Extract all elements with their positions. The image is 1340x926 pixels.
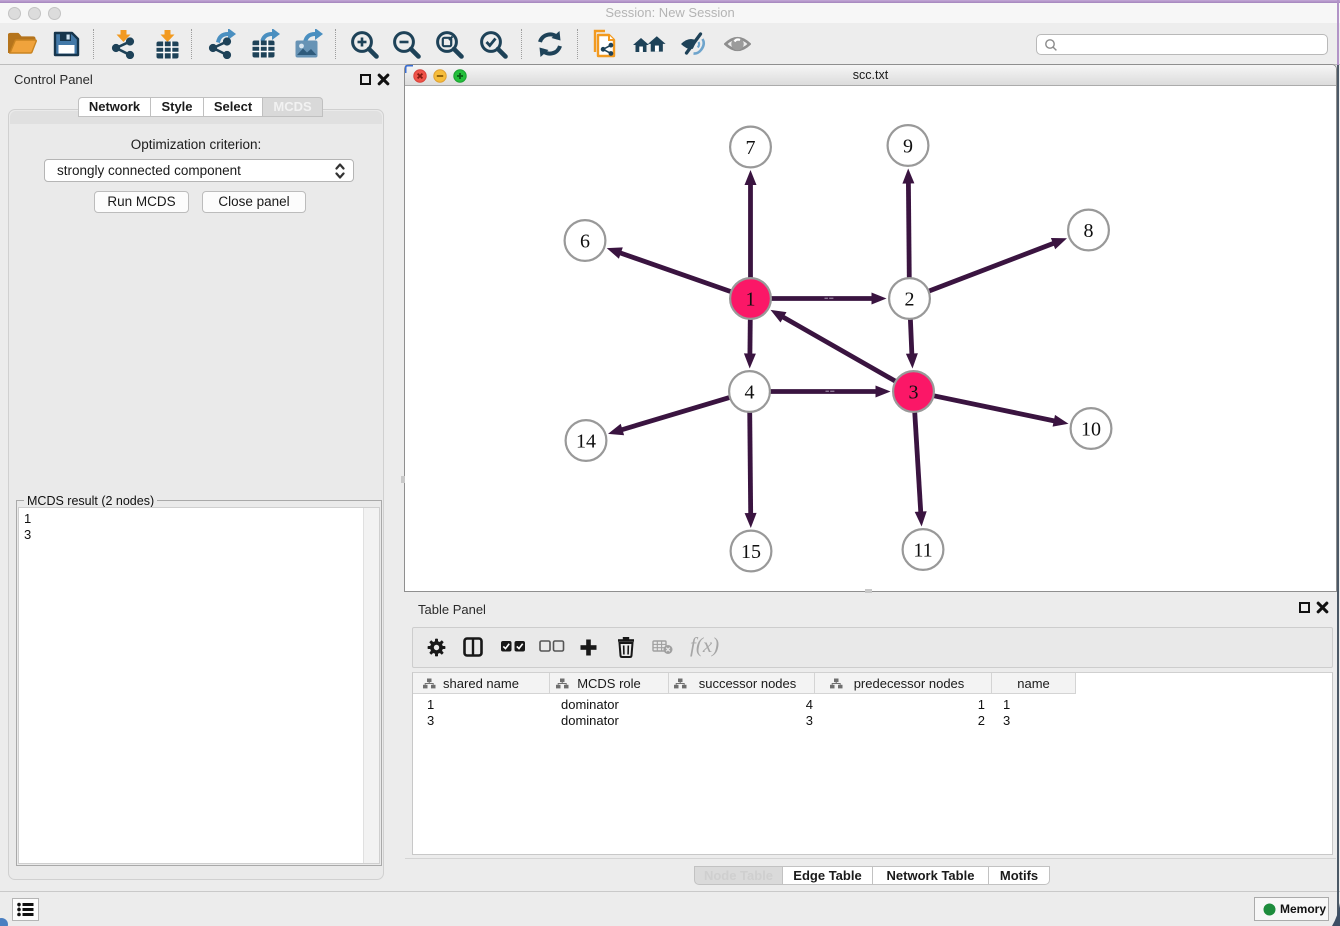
svg-text:11: 11: [913, 539, 932, 561]
svg-text:9: 9: [903, 135, 913, 157]
svg-text:4: 4: [745, 381, 755, 403]
svg-text:2: 2: [905, 288, 915, 310]
svg-text:10: 10: [1081, 418, 1101, 440]
svg-text:1: 1: [746, 288, 756, 310]
svg-text:8: 8: [1084, 220, 1094, 242]
svg-text:6: 6: [580, 230, 590, 252]
svg-text:3: 3: [909, 381, 919, 403]
svg-text:14: 14: [576, 430, 596, 452]
svg-text:15: 15: [741, 541, 761, 563]
svg-text:7: 7: [746, 137, 756, 159]
